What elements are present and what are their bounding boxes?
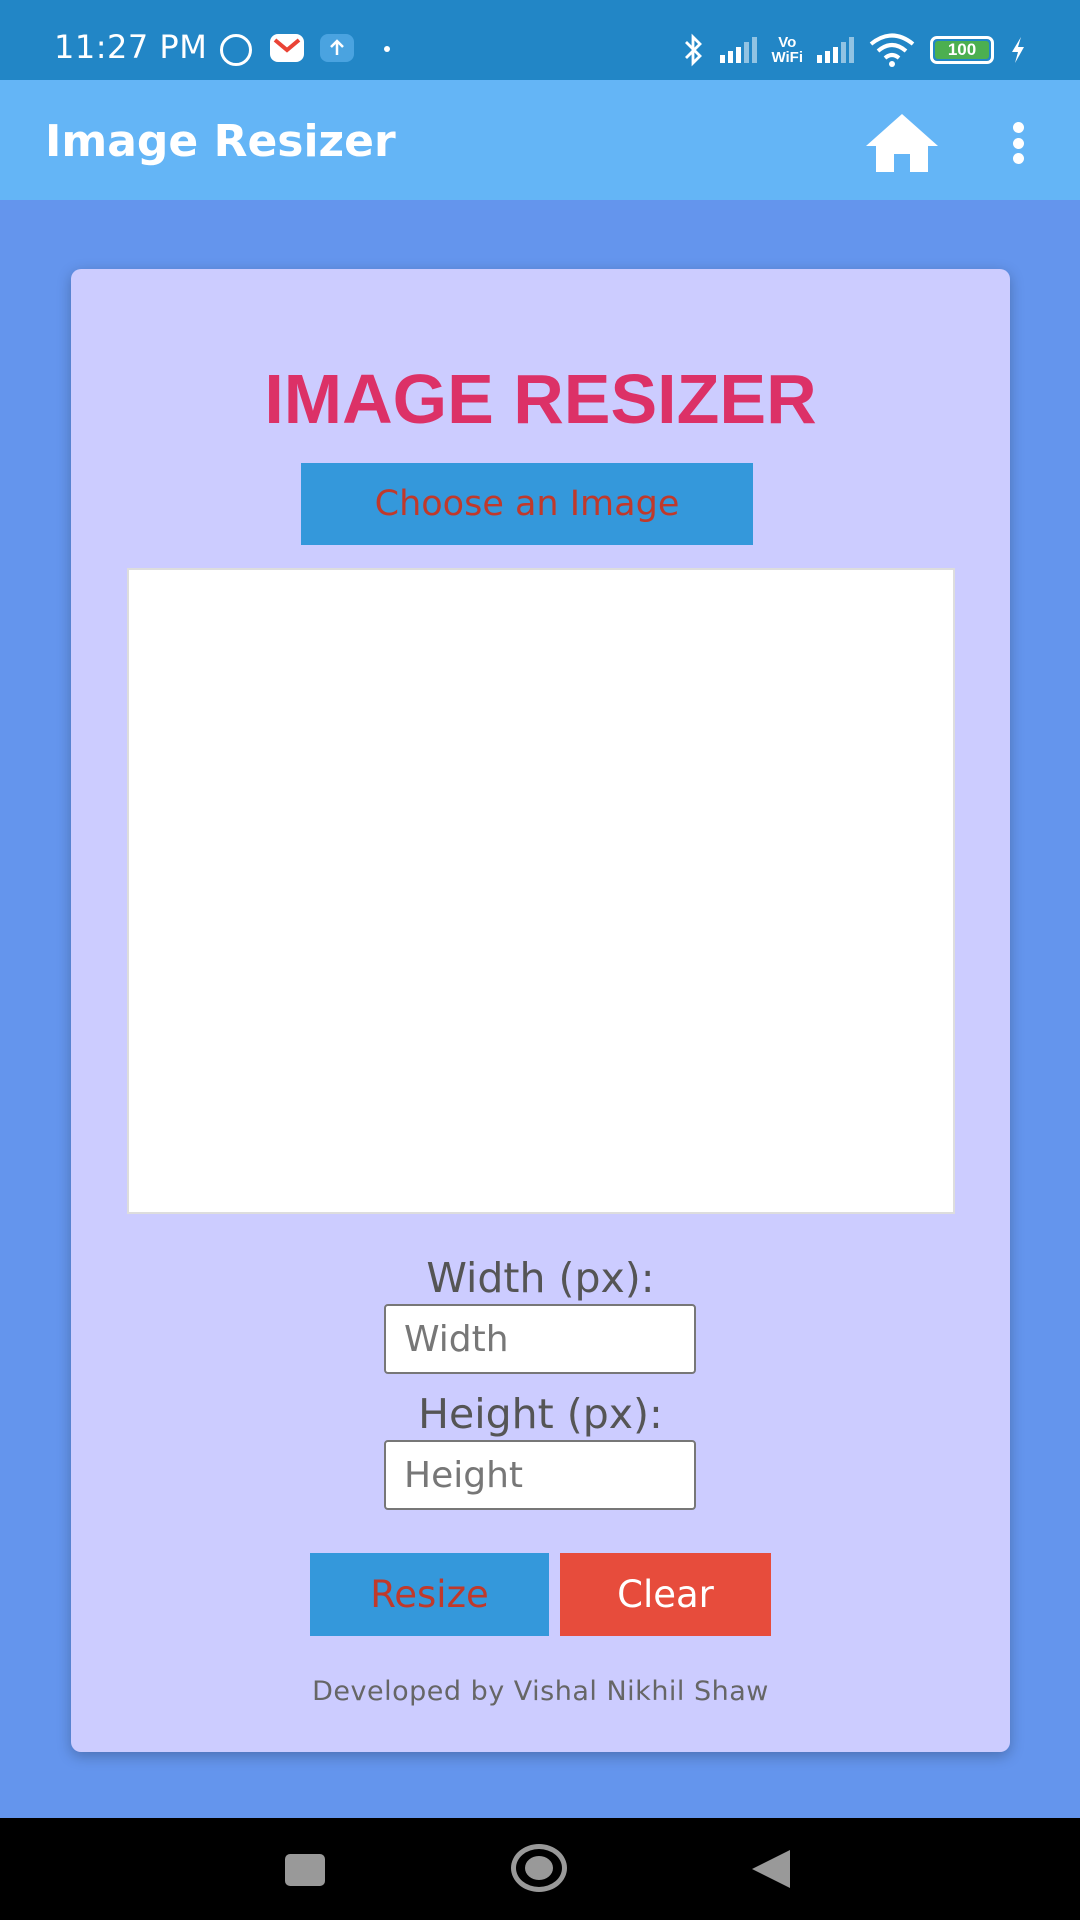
gmail-icon <box>270 34 304 62</box>
more-options-button[interactable] <box>1000 118 1036 168</box>
app-title: Image Resizer <box>45 116 396 167</box>
home-icon <box>866 114 938 172</box>
charging-icon <box>1012 37 1024 63</box>
resizer-card: IMAGE RESIZER Choose an Image Width (px)… <box>71 269 1010 1752</box>
telegram-icon <box>220 34 252 66</box>
height-input[interactable] <box>384 1440 696 1510</box>
battery-level: 100 <box>947 40 977 59</box>
developer-credit: Developed by Vishal Nikhil Shaw <box>312 1676 769 1707</box>
home-button[interactable] <box>862 110 942 176</box>
navigation-bar <box>0 1818 1080 1920</box>
back-icon[interactable] <box>752 1850 790 1888</box>
status-bar: 11:27 PM Vo WiFi 100 <box>0 0 1080 80</box>
upload-icon <box>320 34 354 62</box>
bluetooth-icon <box>685 33 703 67</box>
more-notifications-dot <box>384 46 390 52</box>
app-bar: Image Resizer <box>0 80 1080 200</box>
signal-strength-2-icon <box>817 37 854 63</box>
width-label: Width (px): <box>426 1254 655 1302</box>
more-vert-icon <box>1012 122 1024 133</box>
status-icons: Vo WiFi 100 <box>680 28 1028 72</box>
wifi-icon <box>869 33 915 67</box>
width-input[interactable] <box>384 1304 696 1374</box>
clear-button[interactable]: Clear <box>560 1553 771 1636</box>
vowifi-icon: Vo WiFi <box>771 34 803 66</box>
home-circle-icon[interactable] <box>511 1844 567 1892</box>
status-time: 11:27 PM <box>54 28 208 66</box>
height-label: Height (px): <box>418 1390 663 1438</box>
signal-strength-icon <box>720 37 758 63</box>
choose-image-button[interactable]: Choose an Image <box>301 463 753 545</box>
battery-icon: 100 <box>930 36 994 64</box>
resize-button[interactable]: Resize <box>310 1553 549 1636</box>
image-preview <box>127 568 955 1214</box>
recents-icon[interactable] <box>285 1854 325 1886</box>
page-heading: IMAGE RESIZER <box>264 360 817 438</box>
